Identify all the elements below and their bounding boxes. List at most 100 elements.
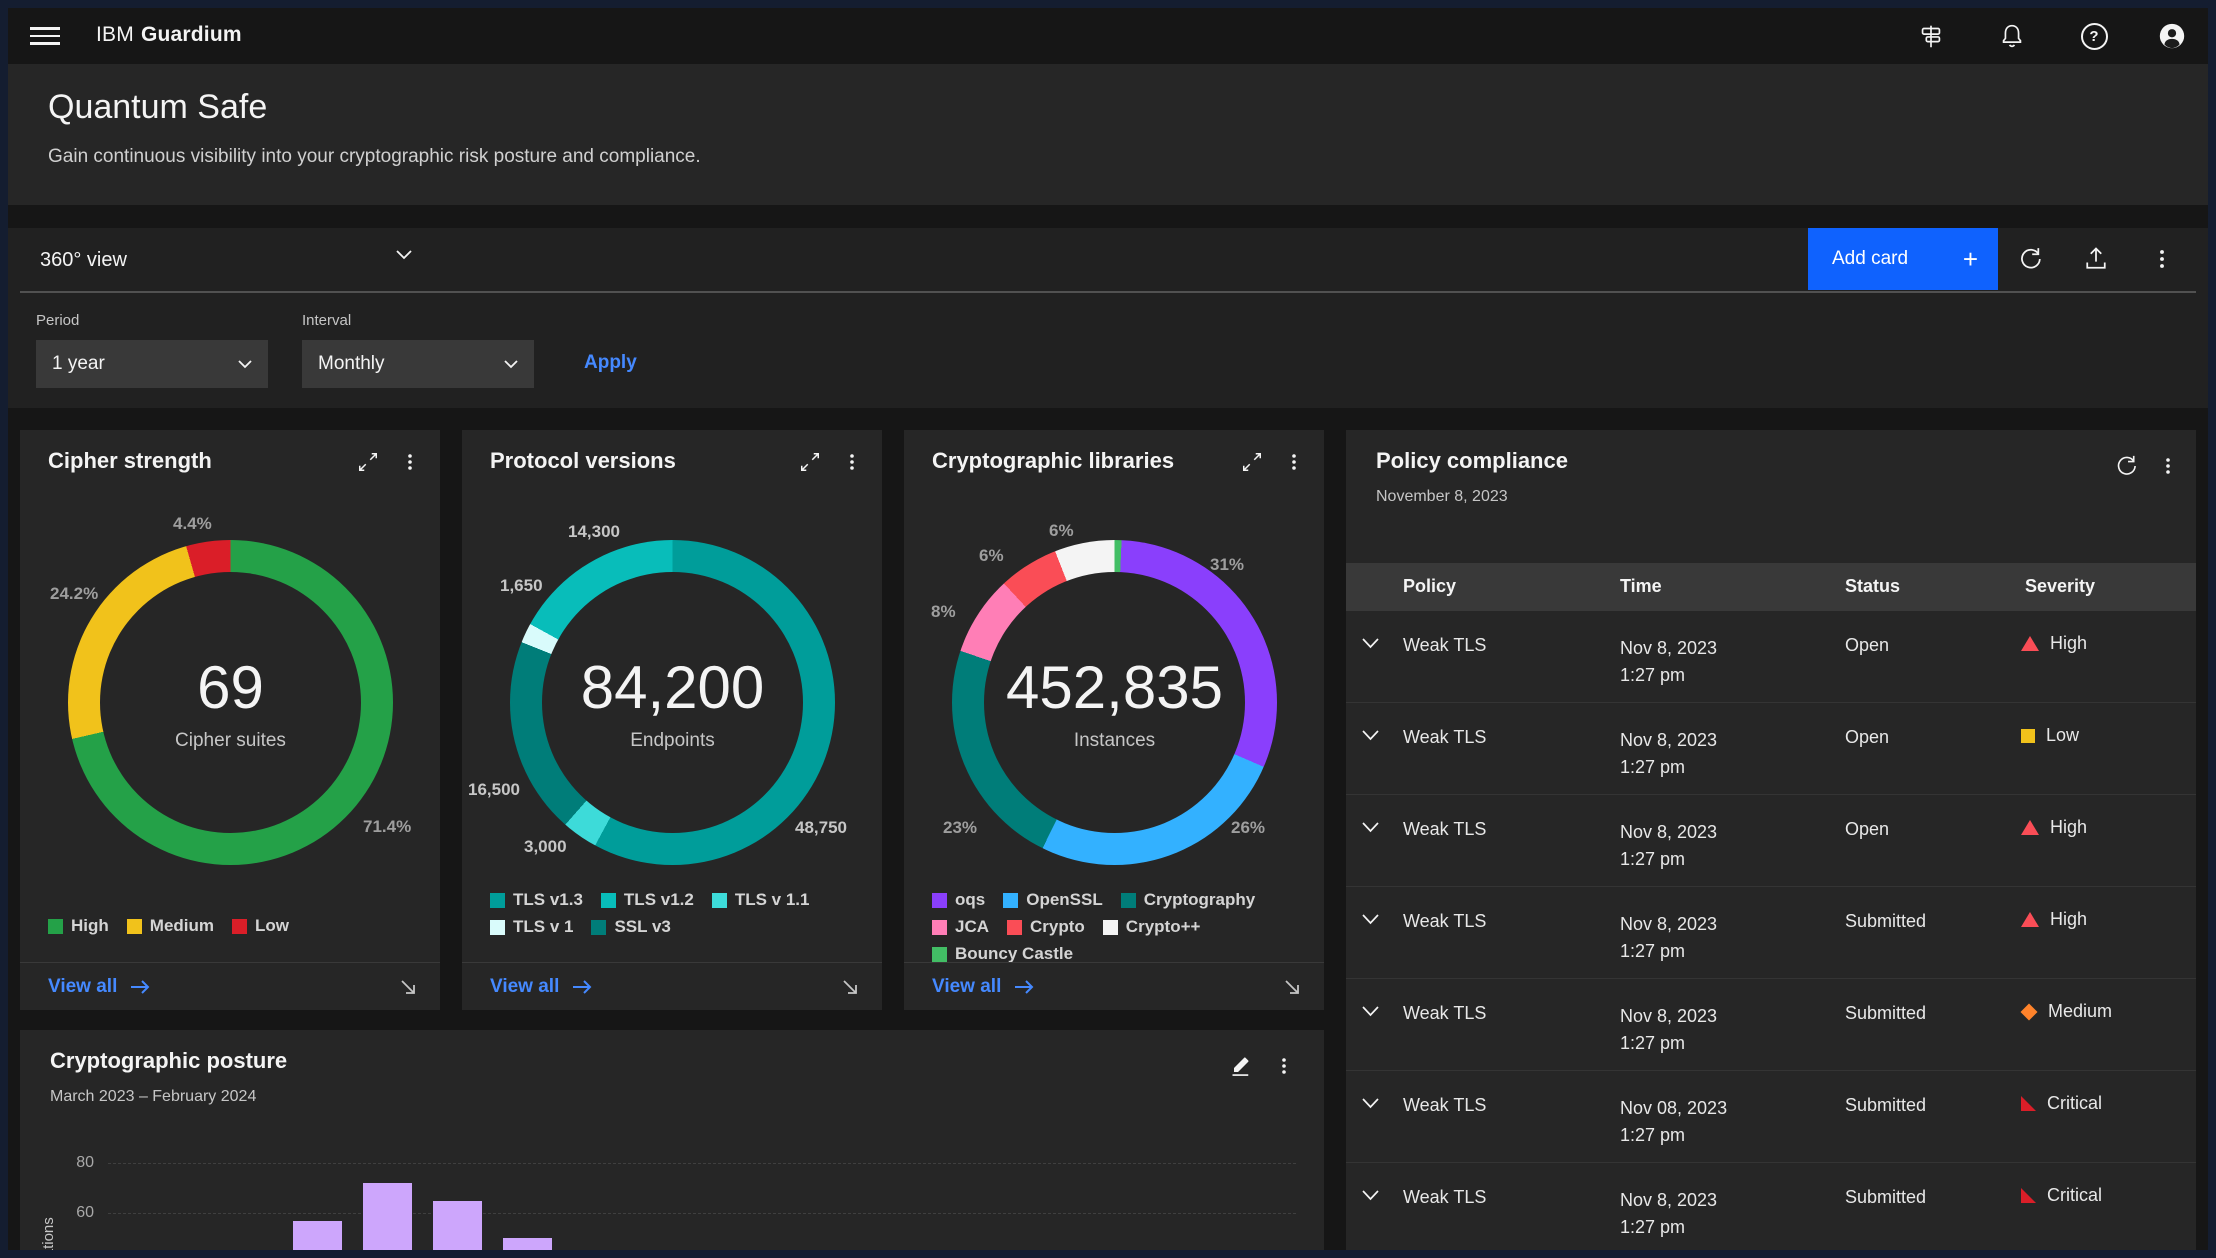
table-row[interactable]: Weak TLSNov 08, 20231:27 pmSubmittedCrit… [1346,1071,2196,1163]
legend-item[interactable]: Crypto++ [1103,917,1201,937]
overflow-menu-icon[interactable] [1280,448,1308,476]
overflow-menu-icon[interactable] [838,448,866,476]
chevron-down-icon[interactable] [396,250,412,260]
chart-legend: TLS v1.3 TLS v1.2 TLS v 1.1 TLS v 1 SSL v3 [490,890,872,937]
donut-center-label: Cipher suites [175,730,286,752]
bar[interactable] [363,1183,412,1258]
row-expand-chevron-icon[interactable] [1362,1098,1379,1109]
table-row[interactable]: Weak TLSNov 8, 20231:27 pmOpenLow [1346,703,2196,795]
column-header-severity[interactable]: Severity [2025,576,2095,597]
help-icon[interactable]: ? [2078,20,2110,52]
legend-item[interactable]: oqs [932,890,985,910]
legend-item[interactable]: TLS v 1.1 [712,890,810,910]
legend-item[interactable]: TLS v1.3 [490,890,583,910]
cell-status: Submitted [1845,1003,1926,1024]
view-all-link[interactable]: View all [48,976,151,998]
cell-time: Nov 8, 20231:27 pm [1620,819,1717,873]
ring-label: 3,000 [524,837,567,857]
notifications-bell-icon[interactable] [1996,20,2028,52]
table-row[interactable]: Weak TLSNov 8, 20231:27 pmSubmittedHigh [1346,887,2196,979]
resize-handle-icon[interactable] [840,977,860,997]
legend-item[interactable]: OpenSSL [1003,890,1103,910]
maximize-icon[interactable] [796,448,824,476]
legend-item[interactable]: SSL v3 [591,917,670,937]
ring-label: 71.4% [363,817,411,837]
legend-item[interactable]: High [48,916,109,936]
legend-swatch [932,920,947,935]
period-dropdown[interactable]: 1 year [36,340,268,388]
card-footer: View all [20,962,440,1010]
interval-dropdown[interactable]: Monthly [302,340,534,388]
column-header-time[interactable]: Time [1620,576,1662,597]
y-axis-tick: 80 [54,1154,94,1172]
legend-item[interactable]: TLS v 1 [490,917,573,937]
legend-item[interactable]: TLS v1.2 [601,890,694,910]
legend-item[interactable]: Medium [127,916,214,936]
page-banner: Quantum Safe Gain continuous visibility … [8,64,2208,205]
overflow-menu-icon[interactable] [2154,452,2182,480]
legend-swatch [601,893,616,908]
cipher-strength-donut-chart[interactable]: 69 Cipher suites 71.4% 24.2% 4.4% [68,540,393,865]
severity-label: Critical [2047,1185,2102,1206]
legend-swatch [1007,920,1022,935]
cell-severity: High [2021,909,2087,930]
view-selector-value: 360° view [40,249,127,272]
maximize-icon[interactable] [1238,448,1266,476]
cell-policy: Weak TLS [1403,727,1486,748]
legend-item[interactable]: Cryptography [1121,890,1255,910]
legend-swatch [48,919,63,934]
refresh-icon[interactable] [2112,452,2140,480]
signpost-icon[interactable] [1915,20,1947,52]
chevron-down-icon [504,360,518,369]
overflow-menu-icon[interactable] [396,448,424,476]
protocol-versions-donut-chart[interactable]: 84,200 Endpoints 48,750 3,000 16,500 1,6… [510,540,835,865]
help-glyph: ? [2081,23,2108,50]
apply-button[interactable]: Apply [584,352,637,374]
table-row[interactable]: Weak TLSNov 8, 20231:27 pmSubmittedMediu… [1346,979,2196,1071]
legend-item[interactable]: JCA [932,917,989,937]
row-expand-chevron-icon[interactable] [1362,822,1379,833]
account-avatar-icon[interactable] [2156,20,2188,52]
add-card-label: Add card [1832,248,1908,270]
arrow-right-icon [1013,979,1035,995]
quantum-safe-dashboard: IBMGuardium ? Quantum Safe Gain con [0,0,2216,1258]
view-selector[interactable]: 360° view [40,244,127,276]
legend-item[interactable]: Crypto [1007,917,1085,937]
bar[interactable] [503,1238,552,1258]
toolbar-divider [20,291,2196,293]
column-header-policy[interactable]: Policy [1403,576,1456,597]
edit-pencil-icon[interactable] [1226,1052,1254,1080]
ring-label: 14,300 [568,522,620,542]
resize-handle-icon[interactable] [398,977,418,997]
overflow-menu-icon[interactable] [1270,1052,1298,1080]
resize-handle-icon[interactable] [1282,977,1302,997]
refresh-icon[interactable] [2014,243,2046,275]
view-all-link[interactable]: View all [932,976,1035,998]
legend-label: TLS v1.3 [513,890,583,910]
view-all-link[interactable]: View all [490,976,593,998]
row-expand-chevron-icon[interactable] [1362,1190,1379,1201]
overflow-menu-icon[interactable] [2146,243,2178,275]
row-expand-chevron-icon[interactable] [1362,914,1379,925]
table-row[interactable]: Weak TLSNov 8, 20231:27 pmOpenHigh [1346,611,2196,703]
table-row[interactable]: Weak TLSNov 8, 20231:27 pmOpenHigh [1346,795,2196,887]
cryptographic-libraries-donut-chart[interactable]: 452,835 Instances 31% 26% 23% 8% 6% 6% [952,540,1277,865]
bar[interactable] [293,1221,342,1258]
menu-hamburger-icon[interactable] [30,22,60,50]
bar[interactable] [433,1201,482,1258]
legend-item[interactable]: Low [232,916,289,936]
row-expand-chevron-icon[interactable] [1362,638,1379,649]
maximize-icon[interactable] [354,448,382,476]
cell-policy: Weak TLS [1403,1095,1486,1116]
column-header-status[interactable]: Status [1845,576,1900,597]
arrow-right-icon [129,979,151,995]
legend-item[interactable]: Bouncy Castle [932,944,1073,964]
ring-label: 4.4% [173,514,212,534]
add-card-button[interactable]: Add card + [1808,228,1998,290]
row-expand-chevron-icon[interactable] [1362,1006,1379,1017]
severity-label: Medium [2048,1001,2112,1022]
ring-label: 1,650 [500,576,543,596]
table-row[interactable]: Weak TLSNov 8, 20231:27 pmSubmittedCriti… [1346,1163,2196,1255]
row-expand-chevron-icon[interactable] [1362,730,1379,741]
upload-icon[interactable] [2080,243,2112,275]
